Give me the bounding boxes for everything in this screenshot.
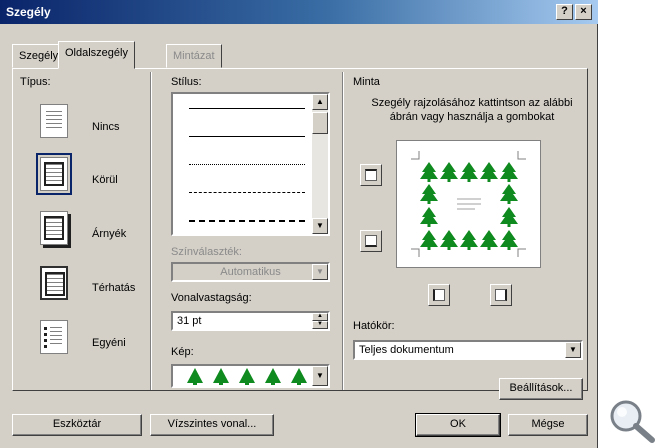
right-border-icon [495, 289, 507, 301]
chevron-down-icon[interactable]: ▼ [565, 342, 581, 358]
style-option-dotted[interactable] [189, 164, 305, 165]
color-select[interactable]: Automatikus ▼ [171, 262, 330, 282]
type-3d-label[interactable]: Térhatás [92, 282, 135, 294]
style-scrollbar[interactable]: ▲ ▼ [312, 94, 328, 234]
ok-button[interactable]: OK [415, 413, 501, 437]
top-border-icon [365, 169, 377, 181]
help-button[interactable]: ? [556, 4, 573, 20]
type-box-icon[interactable] [36, 153, 72, 195]
art-select[interactable]: ▼ [171, 364, 330, 388]
style-listbox[interactable]: ▲ ▼ [171, 92, 330, 236]
left-border-button[interactable] [428, 284, 450, 306]
type-custom-icon[interactable] [40, 320, 68, 354]
spinner-arrows[interactable]: ▲ ▼ [312, 313, 328, 329]
options-button[interactable]: Beállítások... [499, 378, 583, 400]
spin-down-icon[interactable]: ▼ [312, 321, 328, 329]
style-option-thin[interactable] [189, 136, 305, 137]
horizontal-line-button[interactable]: Vízszintes vonal... [150, 414, 274, 436]
left-border-icon [433, 289, 445, 301]
type-none-label[interactable]: Nincs [92, 121, 120, 133]
type-3d-icon[interactable] [40, 266, 68, 300]
width-spinner[interactable]: 31 pt ▲ ▼ [171, 311, 330, 331]
scroll-down-arrow-icon[interactable]: ▼ [312, 218, 328, 234]
art-label: Kép: [171, 346, 194, 358]
window-title: Szegély [6, 5, 51, 19]
column-divider [342, 72, 344, 390]
magnifier-icon[interactable] [604, 396, 660, 446]
preview-label: Minta [353, 76, 380, 88]
apply-to-value: Teljes dokumentum [359, 344, 454, 356]
width-label: Vonalvastagság: [171, 292, 252, 304]
top-border-button[interactable] [360, 164, 382, 186]
tree-border-preview [411, 151, 526, 257]
tab-shading[interactable]: Mintázat [166, 44, 222, 68]
type-none-icon[interactable] [40, 104, 68, 138]
bottom-border-button[interactable] [360, 230, 382, 252]
type-box-label[interactable]: Körül [92, 174, 118, 186]
right-border-button[interactable] [490, 284, 512, 306]
style-option-solid[interactable] [189, 108, 305, 109]
tab-border-label: Szegély [19, 50, 59, 62]
color-select-value: Automatikus [220, 266, 281, 278]
tab-shading-label: Mintázat [173, 50, 215, 62]
chevron-down-icon[interactable]: ▼ [312, 366, 328, 386]
toolbar-button[interactable]: Eszköztár [12, 414, 142, 436]
type-shadow-icon[interactable] [40, 211, 68, 245]
color-label: Színválaszték: [171, 246, 242, 258]
cancel-button[interactable]: Mégse [508, 414, 588, 436]
type-shadow-label[interactable]: Árnyék [92, 228, 126, 240]
style-option-dash-dot[interactable] [189, 220, 305, 222]
tab-page-border[interactable]: Oldalszegély [58, 41, 135, 69]
bottom-border-icon [365, 235, 377, 247]
close-button[interactable]: × [575, 4, 592, 20]
border-dialog: Szegély ? × Szegély Oldalszegély Mintáza… [0, 0, 598, 448]
type-label: Típus: [20, 76, 51, 88]
chevron-down-icon[interactable]: ▼ [312, 264, 328, 280]
spin-up-icon[interactable]: ▲ [312, 313, 328, 321]
tree-art-icon [187, 368, 307, 385]
apply-to-select[interactable]: Teljes dokumentum ▼ [353, 340, 583, 360]
border-preview[interactable] [396, 140, 541, 268]
style-option-dashed[interactable] [189, 192, 305, 193]
width-value: 31 pt [177, 315, 202, 327]
tab-page-border-label: Oldalszegély [65, 47, 128, 59]
scroll-thumb[interactable] [312, 112, 328, 134]
column-divider [150, 72, 152, 390]
style-label: Stílus: [171, 76, 202, 88]
apply-to-label: Hatókör: [353, 320, 395, 332]
scroll-up-arrow-icon[interactable]: ▲ [312, 94, 328, 110]
type-custom-label[interactable]: Egyéni [92, 337, 126, 349]
preview-instruction: Szegély rajzolásához kattintson az alább… [371, 97, 573, 123]
title-bar[interactable]: Szegély ? × [0, 0, 598, 24]
